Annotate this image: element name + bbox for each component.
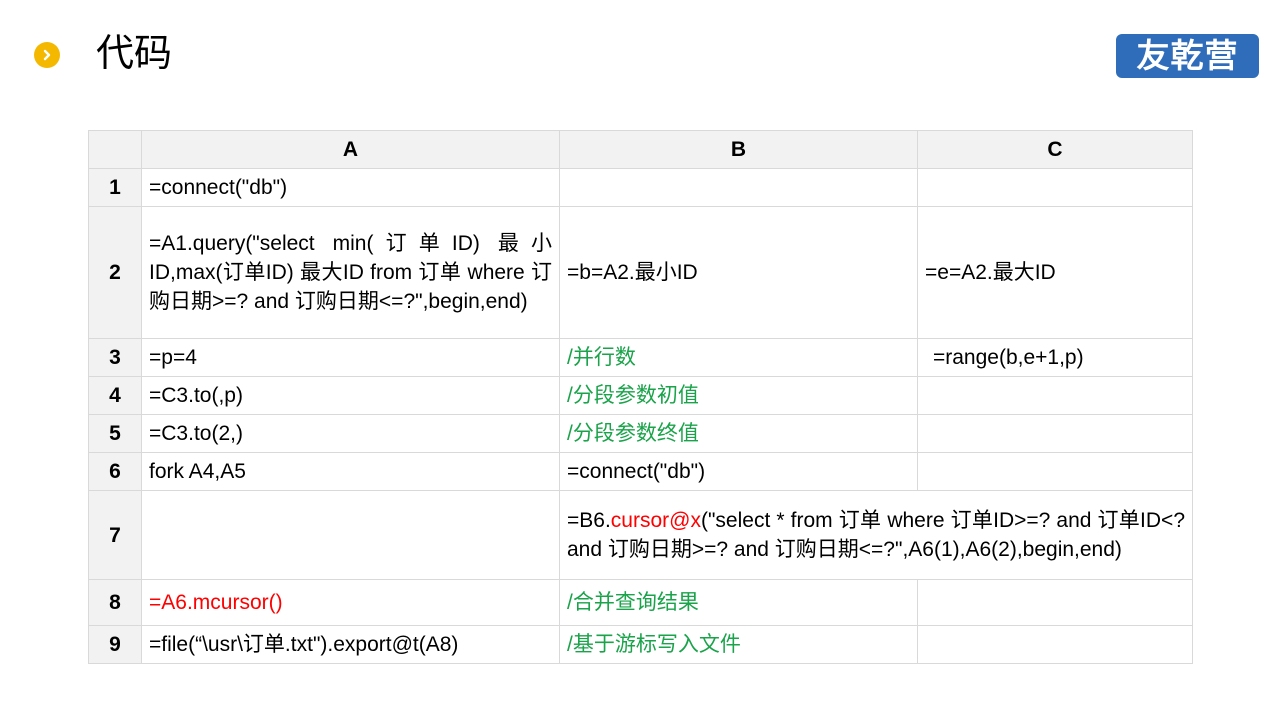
cell-b7[interactable]: =B6.cursor@x("select * from 订单 where 订单I… (559, 490, 1193, 580)
cell-a2[interactable]: =A1.query("select min(订单ID) 最小ID,max(订单I… (141, 206, 560, 339)
formula-highlight: cursor@x (610, 509, 701, 532)
cell-b4[interactable]: /分段参数初值 (559, 376, 918, 415)
row-header[interactable]: 1 (88, 168, 142, 207)
cell-b5[interactable]: /分段参数终值 (559, 414, 918, 453)
table-row: 6 fork A4,A5 =connect("db") (88, 452, 1193, 491)
row-header[interactable]: 2 (88, 206, 142, 339)
cell-b8[interactable]: /合并查询结果 (559, 579, 918, 626)
cell-a4[interactable]: =C3.to(,p) (141, 376, 560, 415)
cell-b2[interactable]: =b=A2.最小ID (559, 206, 918, 339)
table-row: 3 =p=4 /并行数 =range(b,e+1,p) (88, 338, 1193, 377)
cell-c2[interactable]: =e=A2.最大ID (917, 206, 1193, 339)
row-header[interactable]: 5 (88, 414, 142, 453)
cell-a3[interactable]: =p=4 (141, 338, 560, 377)
cell-c9[interactable] (917, 625, 1193, 664)
row-header[interactable]: 4 (88, 376, 142, 415)
code-grid: A B C 1 =connect("db") 2 =A1.query("sele… (88, 130, 1193, 664)
cell-c3[interactable]: =range(b,e+1,p) (917, 338, 1193, 377)
chevron-right-icon (34, 42, 60, 68)
cell-b3[interactable]: /并行数 (559, 338, 918, 377)
cell-a6[interactable]: fork A4,A5 (141, 452, 560, 491)
cell-c8[interactable] (917, 579, 1193, 626)
formula-prefix: =B6. (567, 509, 611, 532)
cell-a9[interactable]: =file(“\usr\订单.txt").export@t(A8) (141, 625, 560, 664)
column-header-a[interactable]: A (141, 130, 560, 169)
row-header[interactable]: 8 (88, 579, 142, 626)
cell-c1[interactable] (917, 168, 1193, 207)
table-row: 2 =A1.query("select min(订单ID) 最小ID,max(订… (88, 206, 1193, 339)
corner-cell (88, 130, 142, 169)
cell-c4[interactable] (917, 376, 1193, 415)
cell-a1[interactable]: =connect("db") (141, 168, 560, 207)
table-row: 5 =C3.to(2,) /分段参数终值 (88, 414, 1193, 453)
row-header[interactable]: 7 (88, 490, 142, 580)
cell-c5[interactable] (917, 414, 1193, 453)
table-row: 9 =file(“\usr\订单.txt").export@t(A8) /基于游… (88, 625, 1193, 664)
column-header-b[interactable]: B (559, 130, 918, 169)
table-row: 4 =C3.to(,p) /分段参数初值 (88, 376, 1193, 415)
column-header-row: A B C (88, 130, 1193, 169)
cell-c6[interactable] (917, 452, 1193, 491)
cell-b9[interactable]: /基于游标写入文件 (559, 625, 918, 664)
table-row: 8 =A6.mcursor() /合并查询结果 (88, 579, 1193, 626)
cell-a7[interactable] (141, 490, 560, 580)
cell-a5[interactable]: =C3.to(2,) (141, 414, 560, 453)
table-row: 1 =connect("db") (88, 168, 1193, 207)
cell-b1[interactable] (559, 168, 918, 207)
brand-logo: 友乾营 (1116, 34, 1259, 78)
page-title: 代码 (96, 33, 173, 75)
table-row: 7 =B6.cursor@x("select * from 订单 where 订… (88, 490, 1193, 580)
row-header[interactable]: 3 (88, 338, 142, 377)
cell-a8[interactable]: =A6.mcursor() (141, 579, 560, 626)
column-header-c[interactable]: C (917, 130, 1193, 169)
cell-b6[interactable]: =connect("db") (559, 452, 918, 491)
row-header[interactable]: 9 (88, 625, 142, 664)
row-header[interactable]: 6 (88, 452, 142, 491)
